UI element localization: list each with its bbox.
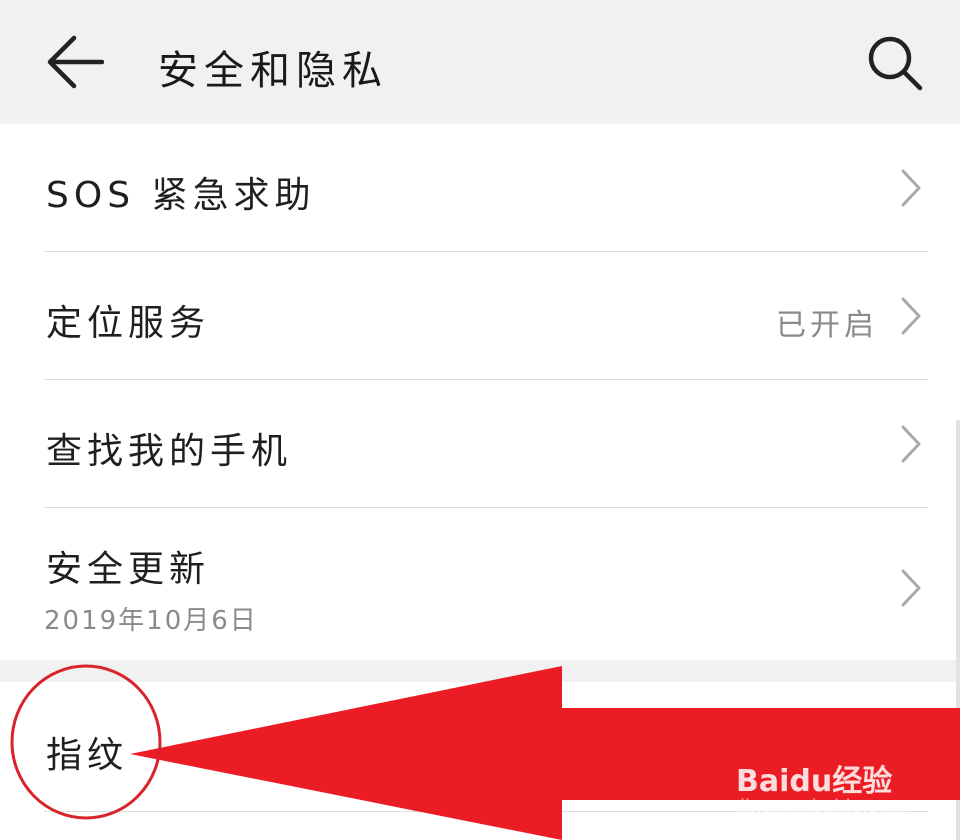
list-item-label: SOS 紧急求助 — [46, 175, 316, 216]
chevron-right-icon — [901, 425, 921, 463]
list-item-label: 查找我的手机 — [46, 431, 293, 472]
chevron-right-icon — [901, 169, 921, 207]
app-header: 安全和隐私 — [0, 0, 960, 124]
list-item-security-update[interactable]: 安全更新 2019年10月6日 — [0, 508, 960, 660]
scrollbar[interactable] — [956, 420, 960, 840]
list-item-sublabel: 2019年10月6日 — [44, 606, 258, 636]
page-title: 安全和隐私 — [158, 48, 388, 94]
settings-list: SOS 紧急求助 定位服务 已开启 查找我的手机 安全更新 2019年10月6日… — [0, 124, 960, 814]
list-item-label: 安全更新 — [46, 549, 211, 590]
list-item-label: 定位服务 — [46, 303, 211, 344]
watermark-url: jingyan.baidu.com — [740, 796, 907, 817]
list-item-value: 已开启 — [776, 308, 878, 343]
section-gap — [0, 660, 960, 682]
search-icon[interactable] — [866, 34, 924, 92]
list-item-location[interactable]: 定位服务 已开启 — [0, 252, 960, 380]
list-item-label: 指纹 — [46, 735, 129, 776]
watermark-logo: Baidu经验 — [736, 764, 893, 799]
list-item-find-phone[interactable]: 查找我的手机 — [0, 380, 960, 508]
list-item-sos[interactable]: SOS 紧急求助 — [0, 124, 960, 252]
arrow-left-icon[interactable] — [44, 34, 104, 90]
chevron-right-icon — [901, 569, 921, 607]
chevron-right-icon — [901, 297, 921, 335]
